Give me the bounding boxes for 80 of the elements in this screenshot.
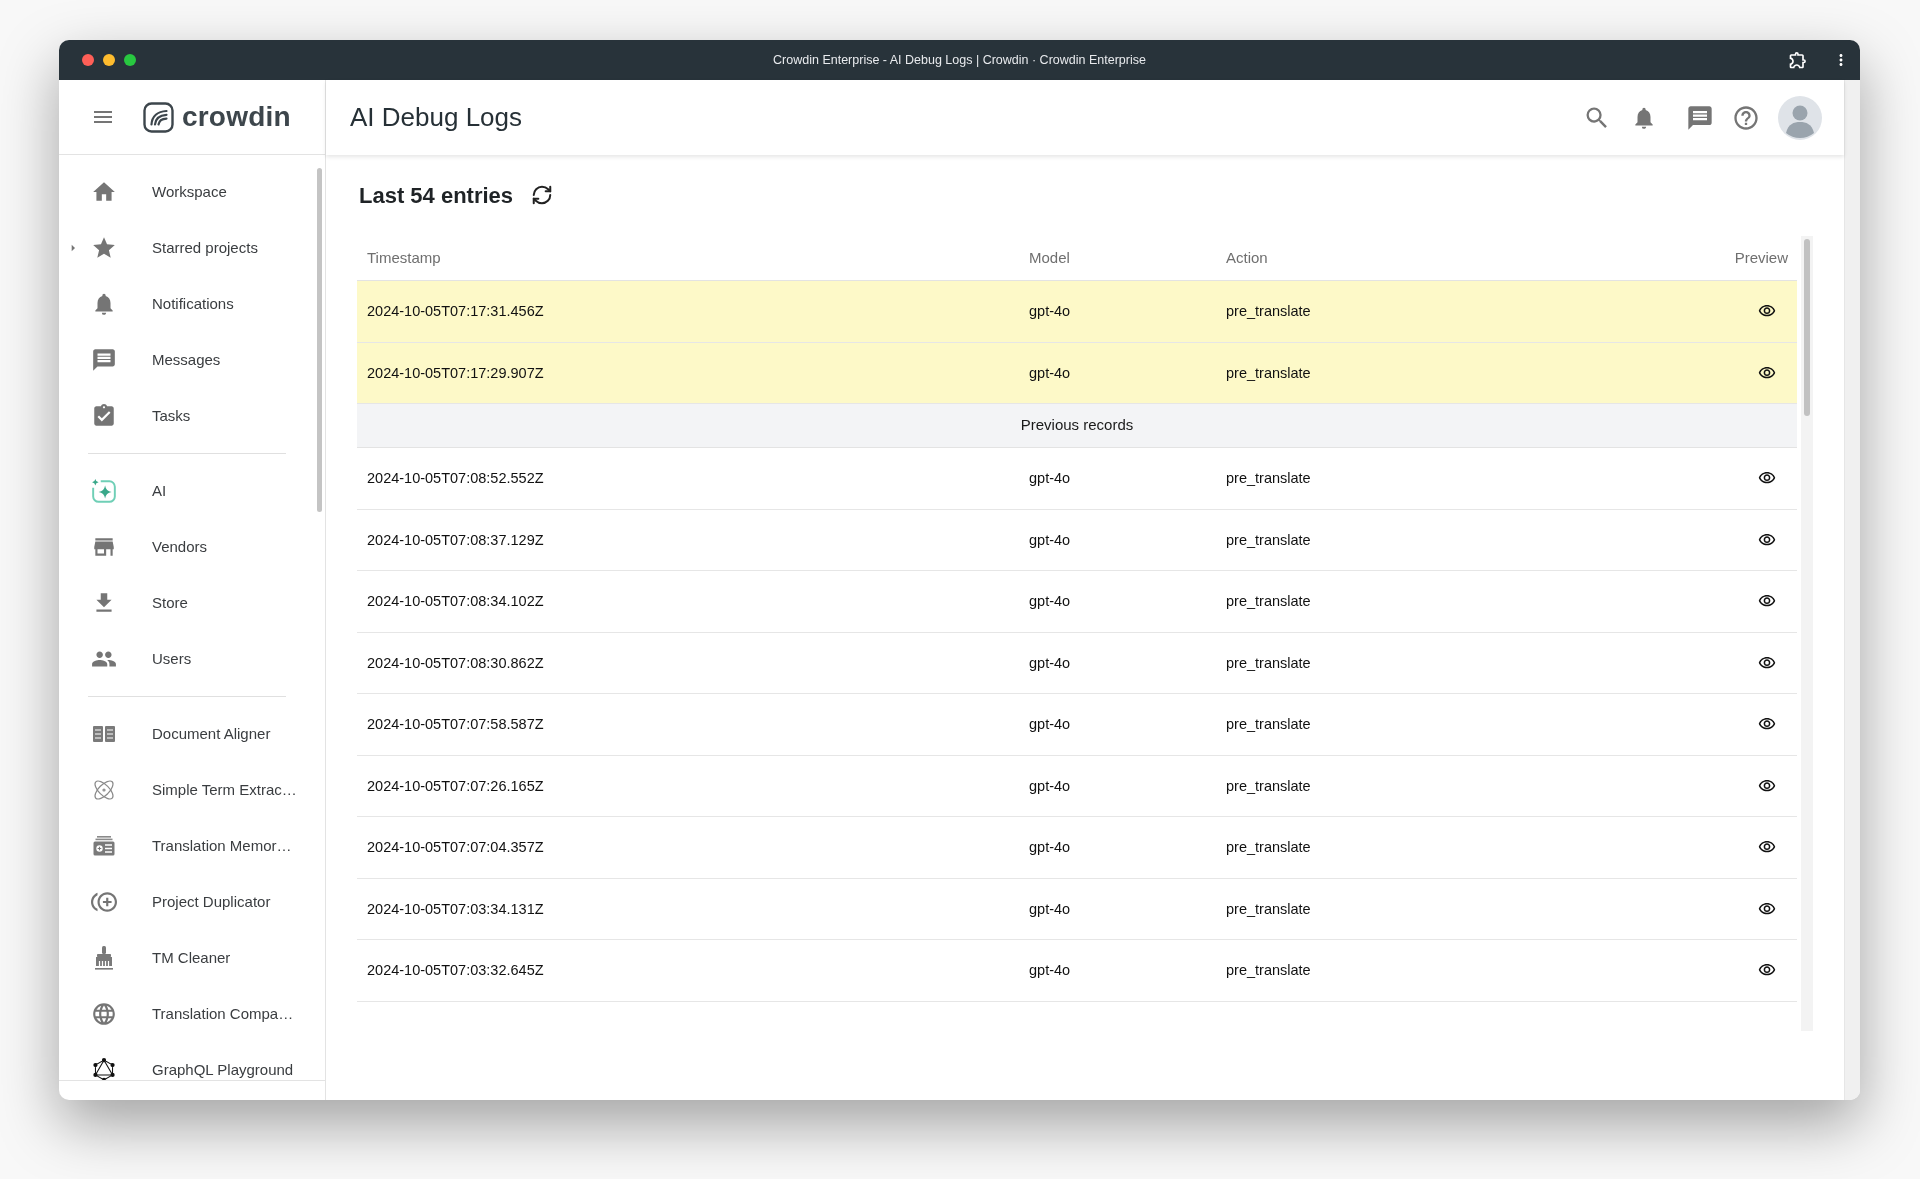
sidebar-item[interactable]: Messages — [59, 332, 315, 388]
model-text: gpt-4o — [1029, 654, 1071, 671]
timestamp-text: 2024-10-05T07:03:32.645Z — [367, 962, 544, 979]
sidebar-item[interactable]: Simple Term Extrac… — [59, 762, 315, 818]
chat-icon — [91, 347, 117, 373]
sidebar-item[interactable]: Translation Memor… — [59, 818, 315, 874]
sidebar-item[interactable]: Users — [59, 631, 315, 687]
graph-node-icon — [92, 1058, 116, 1080]
column-header: Preview — [1734, 247, 1788, 268]
action-text: pre_translate — [1226, 654, 1311, 671]
sidebar-item[interactable]: Tasks — [59, 388, 315, 444]
refresh-icon[interactable] — [531, 184, 554, 206]
sidebar-item[interactable]: Vendors — [59, 519, 315, 575]
timestamp-text: 2024-10-05T07:08:30.862Z — [367, 654, 544, 671]
atom-icon — [92, 778, 116, 802]
action-text: pre_translate — [1226, 777, 1311, 794]
column-header: Model — [1029, 249, 1070, 266]
chat-icon[interactable] — [1686, 103, 1714, 132]
action-text: pre_translate — [1226, 470, 1311, 487]
sidebar-item[interactable]: Translation Compa… — [59, 986, 315, 1042]
scrollbar-thumb[interactable] — [317, 168, 322, 512]
section-heading: Last 54 entries — [359, 181, 514, 210]
sidebar-item[interactable]: AI — [59, 463, 315, 519]
help-icon[interactable] — [1732, 103, 1760, 132]
column-header: Timestamp — [367, 249, 441, 266]
action-text: pre_translate — [1226, 716, 1311, 733]
model-text: gpt-4o — [1029, 777, 1071, 794]
timestamp-text: 2024-10-05T07:07:04.357Z — [367, 839, 544, 856]
model-text: gpt-4o — [1029, 303, 1071, 320]
action-text: pre_translate — [1226, 303, 1311, 320]
action-text: pre_translate — [1226, 962, 1311, 979]
sidebar-item[interactable]: TM Cleaner — [59, 930, 315, 986]
column-header: Action — [1226, 249, 1268, 266]
action-text: pre_translate — [1226, 531, 1311, 548]
close-window-icon[interactable] — [82, 54, 94, 66]
sidebar-item[interactable]: Project Duplicator — [59, 874, 315, 930]
model-text: gpt-4o — [1029, 716, 1071, 733]
group-header-row: Previous records — [357, 404, 1797, 448]
action-text: pre_translate — [1226, 364, 1311, 381]
minimize-window-icon[interactable] — [103, 54, 115, 66]
timestamp-text: 2024-10-05T07:08:37.129Z — [367, 531, 544, 548]
card-icon — [92, 835, 116, 857]
page-title: AI Debug Logs — [350, 101, 522, 134]
model-text: gpt-4o — [1029, 470, 1071, 487]
sparkle-icon — [91, 478, 117, 504]
timestamp-text: 2024-10-05T07:08:52.552Z — [367, 470, 544, 487]
table-row[interactable]: 2024-10-05T07:17:29.907Z gpt-4o pre_translate — [357, 342, 1797, 404]
model-text: gpt-4o — [1029, 364, 1071, 381]
puzzle-icon[interactable] — [1788, 50, 1808, 70]
action-text: pre_translate — [1226, 593, 1311, 610]
window-title: Crowdin Enterprise - AI Debug Logs | Crowdin · Crowdin Enterprise — [773, 51, 1146, 69]
timestamp-text: 2024-10-05T07:17:31.456Z — [367, 303, 544, 320]
timestamp-text: 2024-10-05T07:03:34.131Z — [367, 900, 544, 917]
sidebar-item[interactable]: Store — [59, 575, 315, 631]
two-columns-icon — [92, 724, 116, 744]
brush-icon — [92, 945, 116, 971]
clipboard-check-icon — [91, 403, 117, 429]
action-text: pre_translate — [1226, 900, 1311, 917]
timestamp-text: 2024-10-05T07:07:58.587Z — [367, 716, 544, 733]
table-row[interactable]: 2024-10-05T07:17:31.456Z gpt-4o pre_translate — [357, 281, 1797, 343]
timestamp-text: 2024-10-05T07:07:26.165Z — [367, 777, 544, 794]
model-text: gpt-4o — [1029, 839, 1071, 856]
model-text: gpt-4o — [1029, 531, 1071, 548]
globe-icon — [91, 1001, 117, 1027]
maximize-window-icon[interactable] — [124, 54, 136, 66]
sidebar-item[interactable]: GraphQL Playground — [59, 1042, 315, 1080]
action-text: pre_translate — [1226, 839, 1311, 856]
timestamp-text: 2024-10-05T07:08:34.102Z — [367, 593, 544, 610]
sidebar-item[interactable]: Workspace — [59, 164, 315, 220]
model-text: gpt-4o — [1029, 962, 1071, 979]
logo-text: crowdin — [182, 103, 291, 131]
sidebar-item[interactable]: Notifications — [59, 276, 315, 332]
model-text: gpt-4o — [1029, 900, 1071, 917]
star-icon — [91, 235, 117, 261]
swirl-logo-icon — [143, 101, 174, 133]
timestamp-text: 2024-10-05T07:17:29.907Z — [367, 364, 544, 381]
scrollbar-thumb[interactable] — [1804, 239, 1810, 416]
model-text: gpt-4o — [1029, 593, 1071, 610]
sidebar-item[interactable]: Starred projects — [59, 220, 315, 276]
sidebar-item[interactable]: Document Aligner — [59, 706, 315, 762]
